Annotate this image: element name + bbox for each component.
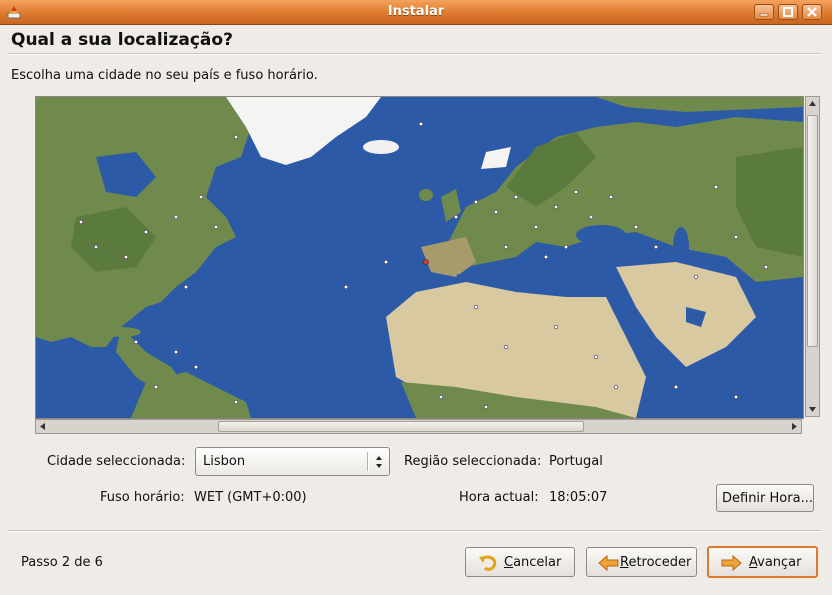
set-time-button[interactable]: Definir Hora... (716, 484, 814, 512)
instructions-text: Escolha uma cidade no seu país e fuso ho… (11, 68, 318, 83)
window-title: Instalar (387, 4, 445, 19)
combo-divider (367, 452, 369, 471)
forward-button[interactable]: Avançar (707, 546, 818, 578)
cancel-button[interactable]: Cancelar (465, 547, 575, 577)
scroll-left-icon[interactable] (36, 420, 50, 433)
map-vertical-scrollbar[interactable] (805, 96, 820, 417)
set-time-label: Definir Hora... (722, 491, 813, 506)
step-indicator: Passo 2 de 6 (21, 555, 103, 570)
back-label: Retroceder (620, 555, 692, 570)
window-titlebar[interactable]: Instalar (0, 0, 832, 25)
arrow-left-icon (598, 554, 619, 572)
close-button[interactable] (802, 4, 822, 20)
back-button[interactable]: Retroceder (586, 547, 697, 577)
current-time-value: 18:05:07 (549, 490, 608, 505)
maximize-icon (783, 7, 793, 17)
vertical-scroll-thumb[interactable] (807, 115, 818, 347)
timezone-map[interactable] (35, 96, 804, 419)
cancel-label: Cancelar (504, 555, 562, 570)
timezone-label: Fuso horário: (100, 490, 185, 505)
current-time-label: Hora actual: (459, 490, 539, 505)
minimize-button[interactable] (754, 4, 774, 20)
scroll-right-icon[interactable] (787, 420, 801, 433)
page-title: Qual a sua localização? (11, 30, 233, 50)
region-value: Portugal (549, 454, 603, 469)
maximize-button[interactable] (778, 4, 798, 20)
horizontal-scroll-thumb[interactable] (218, 421, 584, 432)
city-combo-value: Lisbon (203, 454, 246, 469)
arrow-right-icon (721, 554, 742, 572)
undo-icon (479, 555, 497, 571)
heading-divider (8, 53, 821, 55)
region-label: Região seleccionada: (404, 454, 542, 469)
scroll-down-icon[interactable] (806, 402, 819, 416)
world-map (36, 97, 803, 418)
scroll-up-icon[interactable] (806, 97, 819, 111)
timezone-value: WET (GMT+0:00) (194, 490, 307, 505)
city-combo[interactable]: Lisbon (195, 447, 390, 476)
close-icon (807, 7, 817, 17)
minimize-icon (759, 13, 769, 17)
city-label: Cidade seleccionada: (47, 454, 186, 469)
footer-divider (8, 530, 821, 532)
forward-label: Avançar (749, 555, 802, 570)
combo-arrows-icon (376, 456, 382, 468)
map-horizontal-scrollbar[interactable] (35, 419, 802, 434)
